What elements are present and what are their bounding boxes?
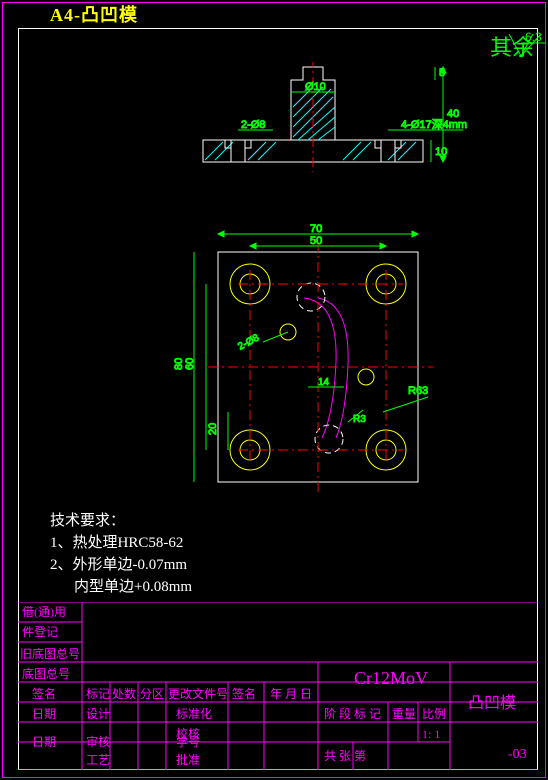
hatch-boss [293,87,335,140]
svg-text:比例: 比例 [422,707,446,721]
surface-finish-symbol: 6.3 [501,28,548,64]
svg-text:14: 14 [318,377,330,388]
svg-text:4-Ø17深4mm: 4-Ø17深4mm [401,118,467,131]
svg-text:R3: R3 [353,414,366,425]
svg-text:共 张 第: 共 张 第 [324,749,366,763]
svg-text:2-Ø8: 2-Ø8 [236,332,261,352]
ra-value: 6.3 [525,30,542,44]
svg-text:R63: R63 [408,385,428,397]
top-view: Ø3 Ø10 40 5 10 2-Ø8 4-Ø17深4mm [203,62,467,172]
tech-item-2: 2、外形单边-0.07mm [50,554,192,576]
svg-text:Ø10: Ø10 [305,81,326,93]
drawing-title: A4-凸凹模 [50,1,138,27]
lbl-sign: 签名 [32,686,56,701]
technical-requirements: 技术要求： 1、热处理HRC58-62 2、外形单边-0.07mm 内型单边+0… [50,510,192,598]
svg-text:年 月 日: 年 月 日 [270,687,312,701]
svg-text:学号: 学号 [176,734,200,749]
svg-text:重量: 重量 [392,707,416,721]
material: Cr12MoV [354,668,428,688]
lbl-borrow: 借(通)用 [22,605,66,619]
svg-text:50: 50 [310,235,322,247]
dims-top: Ø3 Ø10 40 5 10 2-Ø8 4-Ø17深4mm [238,62,467,162]
svg-text:签名: 签名 [232,686,256,701]
svg-text:批准: 批准 [176,752,200,767]
lbl-date1: 日期 [32,707,56,721]
svg-text:70: 70 [310,223,322,235]
svg-text:更改文件号: 更改文件号 [168,686,228,701]
svg-text:60: 60 [184,358,196,370]
plan-view: 70 50 80 60 20 14 R63 R3 2-Ø8 [173,223,433,492]
svg-text:阶 段 标 记: 阶 段 标 记 [324,706,381,721]
svg-text:标准化: 标准化 [176,707,212,721]
svg-text:审核: 审核 [86,734,110,749]
svg-text:20: 20 [207,423,219,435]
tech-title: 技术要求： [50,510,192,532]
hatch-base [205,142,416,160]
lbl-baseno: 底图总号 [22,666,70,681]
svg-text:设计: 设计 [86,707,110,721]
svg-text:处数: 处数 [112,686,136,701]
svg-text:工艺: 工艺 [86,753,110,767]
lbl-date2: 日期 [32,735,56,749]
svg-text:2-Ø8: 2-Ø8 [241,119,265,131]
lbl-partreg: 件登记 [22,624,58,639]
tech-item-1: 1、热处理HRC58-62 [50,532,192,554]
dims-plan: 70 50 80 60 20 14 R63 R3 2-Ø8 [173,223,428,482]
tech-item-3: 内型单边+0.08mm [50,576,192,598]
svg-text:标记: 标记 [86,687,110,701]
drawing-number: -03 [508,747,527,762]
svg-text:1: 1: 1: 1 [422,727,440,741]
svg-text:分区: 分区 [140,687,164,701]
part-name: 凸凹模 [468,694,516,712]
lbl-oldno: 旧底图总号 [20,646,80,661]
